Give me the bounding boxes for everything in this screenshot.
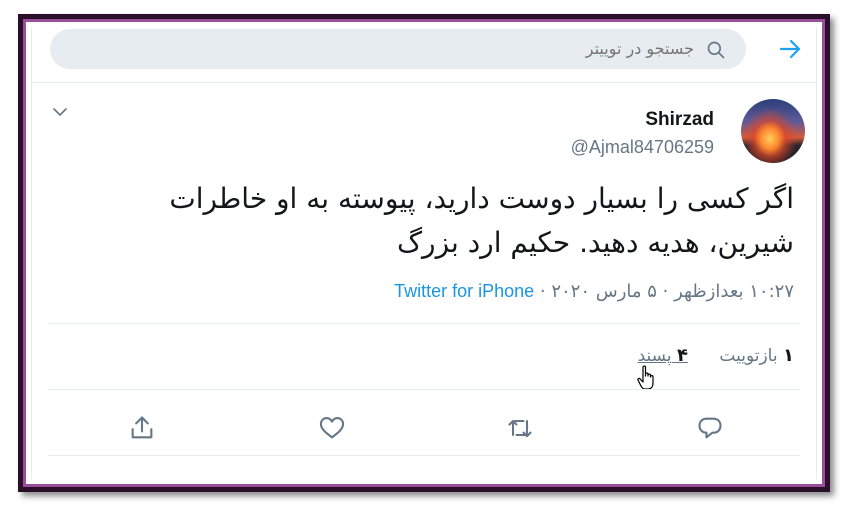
meta-separator: · [539, 281, 546, 302]
tweet-text: اگر کسی را بسیار دوست دارید، پیوسته به ا… [169, 182, 794, 259]
meta-separator: · [662, 281, 669, 302]
chevron-down-icon[interactable] [52, 104, 68, 120]
search-bar[interactable] [50, 29, 746, 69]
divider [48, 389, 800, 390]
display-name[interactable]: Shirzad [645, 109, 714, 131]
tweet-source[interactable]: Twitter for iPhone [394, 281, 534, 301]
divider [48, 455, 800, 456]
like-count: ۴ [676, 345, 688, 366]
arrow-right-icon[interactable] [778, 37, 802, 61]
tweet-page: Shirzad @Ajmal84706259 اگر کسی را بسیار … [31, 27, 817, 479]
retweet-icon[interactable] [506, 414, 534, 442]
reply-icon[interactable] [696, 414, 724, 442]
header [32, 27, 816, 83]
share-icon[interactable] [128, 414, 156, 442]
likes-stat[interactable]: ۴ پسند [637, 345, 688, 366]
tweet-date[interactable]: ۵ مارس ۲۰۲۰ [551, 281, 657, 302]
tweet-meta: ۱۰:۲۷ بعدازظهر · ۵ مارس ۲۰۲۰ · Twitter f… [394, 281, 794, 302]
tweet-time[interactable]: ۱۰:۲۷ بعدازظهر [674, 281, 794, 302]
search-icon [707, 41, 725, 59]
user-handle[interactable]: @Ajmal84706259 [571, 137, 714, 158]
like-label: پسند [637, 346, 672, 366]
retweet-label: بازتوییت [719, 346, 778, 366]
window-frame: Shirzad @Ajmal84706259 اگر کسی را بسیار … [18, 14, 830, 492]
heart-icon[interactable] [318, 414, 346, 442]
search-input[interactable] [294, 29, 694, 69]
retweet-count: ۱ [783, 345, 794, 366]
avatar[interactable] [741, 99, 805, 163]
tweet-stats: ۱ بازتوییت ۴ پسند [638, 345, 794, 366]
retweets-stat[interactable]: ۱ بازتوییت [714, 345, 794, 366]
divider [48, 323, 800, 324]
hand-cursor-icon [637, 365, 654, 390]
